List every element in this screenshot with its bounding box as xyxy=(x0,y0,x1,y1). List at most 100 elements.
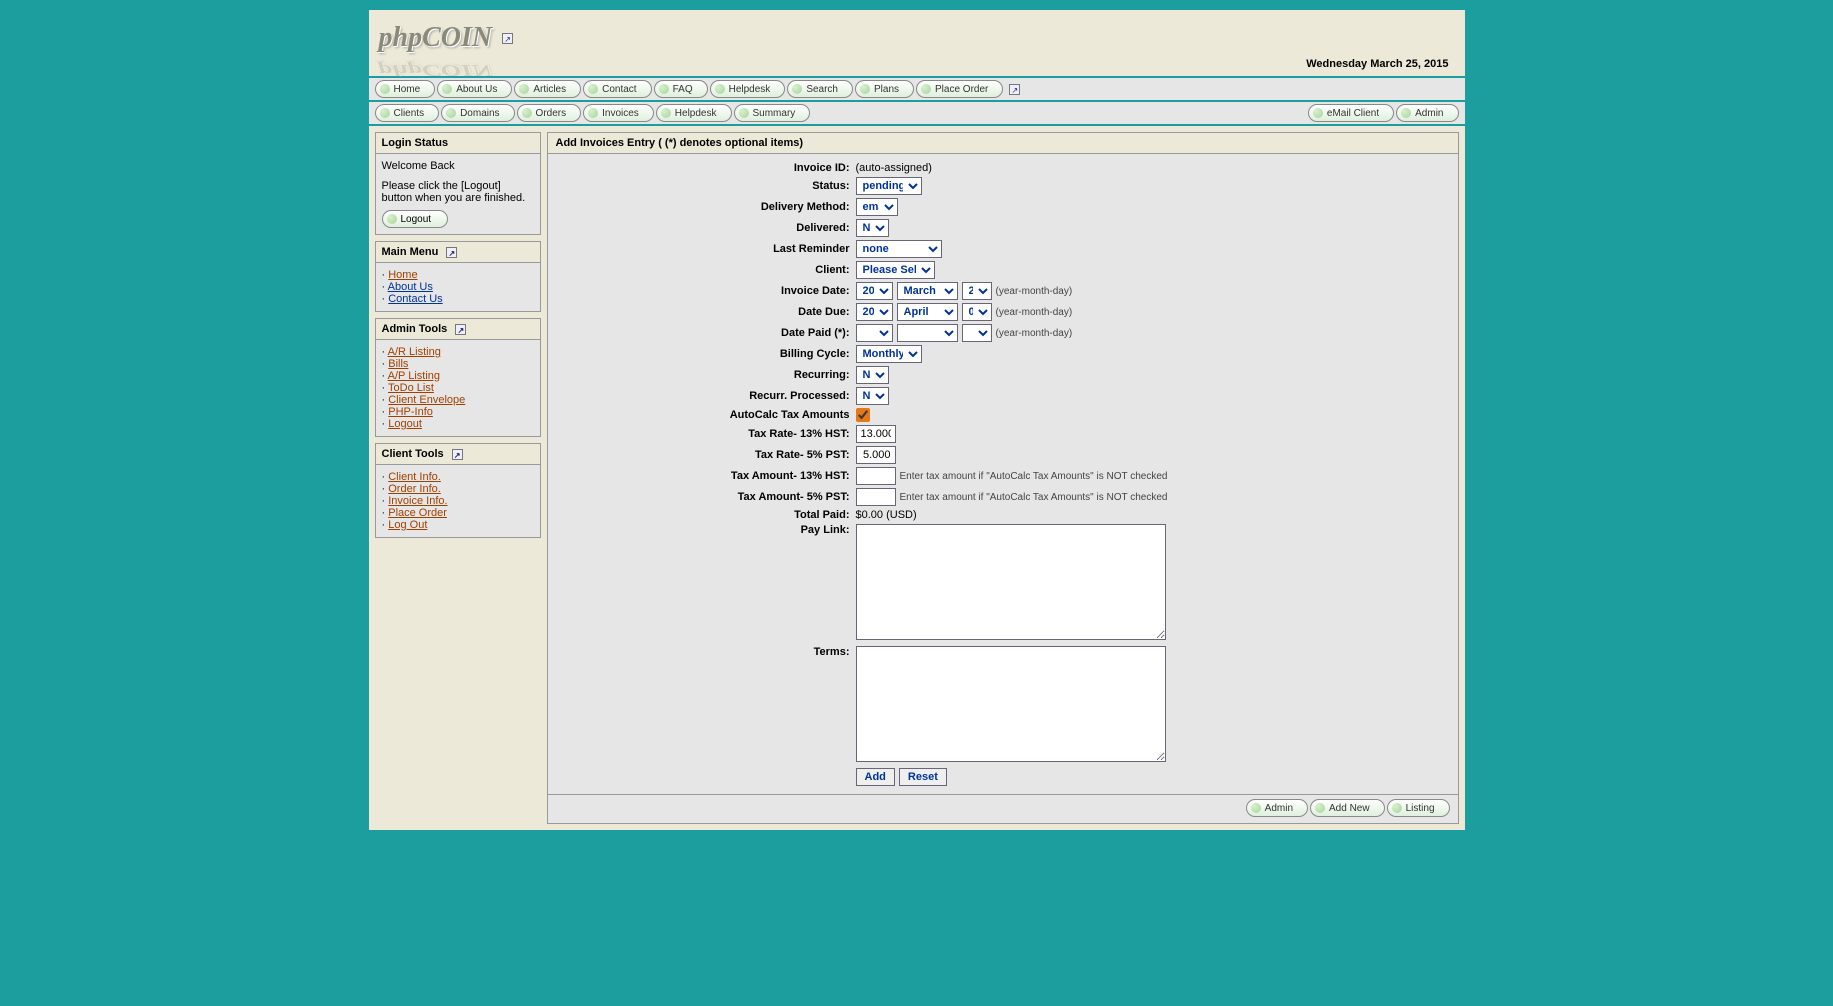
log-out-link[interactable]: Log Out xyxy=(388,519,427,531)
nav-home[interactable]: Home xyxy=(375,80,436,98)
delivered-select[interactable]: No xyxy=(856,219,889,237)
ap-listing-link[interactable]: A/P Listing xyxy=(388,370,440,382)
label-delivery: Delivery Method: xyxy=(556,201,856,213)
client-envelope-link[interactable]: Client Envelope xyxy=(388,394,465,406)
expand-icon[interactable]: ↗ xyxy=(1009,84,1020,95)
footer-listing[interactable]: Listing xyxy=(1387,799,1450,817)
form-title: Add Invoices Entry ( (*) denotes optiona… xyxy=(548,133,1458,154)
label-billing-cycle: Billing Cycle: xyxy=(556,348,856,360)
logout-note: Please click the [Logout] button when yo… xyxy=(382,180,534,204)
terms-textarea[interactable] xyxy=(856,646,1166,762)
secondary-nav: Clients Domains Orders Invoices Helpdesk… xyxy=(369,100,1465,126)
recurring-select[interactable]: No xyxy=(856,366,889,384)
nav-admin[interactable]: Admin xyxy=(1396,104,1458,122)
label-terms: Terms: xyxy=(556,646,856,658)
menu-contact[interactable]: Contact Us xyxy=(388,293,442,305)
nav-search[interactable]: Search xyxy=(787,80,853,98)
client-info-link[interactable]: Client Info. xyxy=(388,471,441,483)
label-delivered: Delivered: xyxy=(556,222,856,234)
logo-area: phpCOIN ↗ xyxy=(379,22,1455,54)
billing-cycle-select[interactable]: Monthly xyxy=(856,345,922,363)
tax-rate-pst-input[interactable] xyxy=(856,446,896,464)
nav-email-client[interactable]: eMail Client xyxy=(1308,104,1394,122)
nav-orders[interactable]: Orders xyxy=(517,104,582,122)
add-button[interactable]: Add xyxy=(856,768,895,786)
nav-invoices[interactable]: Invoices xyxy=(583,104,654,122)
content: Login Status Welcome Back Please click t… xyxy=(369,126,1465,830)
invoice-form: Add Invoices Entry ( (*) denotes optiona… xyxy=(547,132,1459,824)
expand-icon[interactable]: ↗ xyxy=(502,33,513,44)
label-pay-link: Pay Link: xyxy=(556,524,856,536)
status-select[interactable]: pending xyxy=(856,177,922,195)
value-invoice-id: (auto-assigned) xyxy=(856,162,932,174)
label-tax-amt-hst: Tax Amount- 13% HST: xyxy=(556,470,856,482)
label-tax-rate-pst: Tax Rate- 5% PST: xyxy=(556,449,856,461)
main: Add Invoices Entry ( (*) denotes optiona… xyxy=(547,132,1459,824)
paid-year-select[interactable] xyxy=(856,324,893,342)
nav-contact[interactable]: Contact xyxy=(583,80,651,98)
nav-helpdesk2[interactable]: Helpdesk xyxy=(656,104,732,122)
nav-plans[interactable]: Plans xyxy=(855,80,914,98)
expand-icon[interactable]: ↗ xyxy=(452,449,463,460)
nav-place-order[interactable]: Place Order xyxy=(916,80,1003,98)
invoice-day-select[interactable]: 25 xyxy=(962,282,992,300)
order-info-link[interactable]: Order Info. xyxy=(388,483,441,495)
invoice-info-link[interactable]: Invoice Info. xyxy=(388,495,447,507)
app-frame: phpCOIN ↗ Wednesday March 25, 2015 Home … xyxy=(367,8,1467,832)
expand-icon[interactable]: ↗ xyxy=(455,324,466,335)
nav-clients[interactable]: Clients xyxy=(375,104,440,122)
nav-about[interactable]: About Us xyxy=(437,80,512,98)
admin-logout-link[interactable]: Logout xyxy=(388,418,422,430)
place-order-link[interactable]: Place Order xyxy=(388,507,447,519)
reset-button[interactable]: Reset xyxy=(899,768,947,786)
reminder-select[interactable]: none xyxy=(856,240,942,258)
main-menu-box: Main Menu ↗ Home About Us Contact Us xyxy=(375,241,541,312)
label-tax-amt-pst: Tax Amount- 5% PST: xyxy=(556,491,856,503)
nav-faq[interactable]: FAQ xyxy=(654,80,708,98)
label-status: Status: xyxy=(556,180,856,192)
recurr-processed-select[interactable]: No xyxy=(856,387,889,405)
tax-amt-hst-input[interactable] xyxy=(856,467,896,485)
php-info-link[interactable]: PHP-Info xyxy=(388,406,433,418)
bills-link[interactable]: Bills xyxy=(388,358,408,370)
menu-home[interactable]: Home xyxy=(388,269,417,281)
nav-summary[interactable]: Summary xyxy=(734,104,811,122)
label-invoice-id: Invoice ID: xyxy=(556,162,856,174)
value-total-paid: $0.00 (USD) xyxy=(856,509,917,521)
tax-rate-hst-input[interactable] xyxy=(856,425,896,443)
due-day-select[interactable]: 04 xyxy=(962,303,992,321)
paid-day-select[interactable] xyxy=(962,324,992,342)
header: phpCOIN ↗ Wednesday March 25, 2015 xyxy=(369,10,1465,76)
hint-tax-hst: Enter tax amount if "AutoCalc Tax Amount… xyxy=(900,471,1168,482)
pay-link-textarea[interactable] xyxy=(856,524,1166,640)
expand-icon[interactable]: ↗ xyxy=(446,247,457,258)
form-footer: Admin Add New Listing xyxy=(548,794,1458,823)
label-autocalc: AutoCalc Tax Amounts xyxy=(556,409,856,421)
menu-about[interactable]: About Us xyxy=(388,281,433,293)
paid-month-select[interactable] xyxy=(897,324,958,342)
autocalc-checkbox[interactable] xyxy=(856,408,870,422)
delivery-select[interactable]: email xyxy=(856,198,898,216)
nav-domains[interactable]: Domains xyxy=(441,104,514,122)
client-tools-title: Client Tools xyxy=(382,448,444,460)
ar-listing-link[interactable]: A/R Listing xyxy=(388,346,441,358)
nav-articles[interactable]: Articles xyxy=(514,80,581,98)
invoice-month-select[interactable]: March xyxy=(897,282,958,300)
invoice-year-select[interactable]: 2015 xyxy=(856,282,893,300)
todo-list-link[interactable]: ToDo List xyxy=(388,382,434,394)
label-recurr-processed: Recurr. Processed: xyxy=(556,390,856,402)
tax-amt-pst-input[interactable] xyxy=(856,488,896,506)
nav-helpdesk[interactable]: Helpdesk xyxy=(710,80,786,98)
due-year-select[interactable]: 2015 xyxy=(856,303,893,321)
footer-admin[interactable]: Admin xyxy=(1246,799,1308,817)
label-invoice-date: Invoice Date: xyxy=(556,285,856,297)
logout-button[interactable]: Logout xyxy=(382,210,449,228)
footer-add-new[interactable]: Add New xyxy=(1310,799,1385,817)
label-total-paid: Total Paid: xyxy=(556,509,856,521)
label-date-due: Date Due: xyxy=(556,306,856,318)
main-menu-title: Main Menu xyxy=(382,246,439,258)
client-select[interactable]: Please Select xyxy=(856,261,935,279)
hint-ymd: (year-month-day) xyxy=(996,328,1073,339)
primary-nav: Home About Us Articles Contact FAQ Helpd… xyxy=(369,76,1465,100)
due-month-select[interactable]: April xyxy=(897,303,958,321)
